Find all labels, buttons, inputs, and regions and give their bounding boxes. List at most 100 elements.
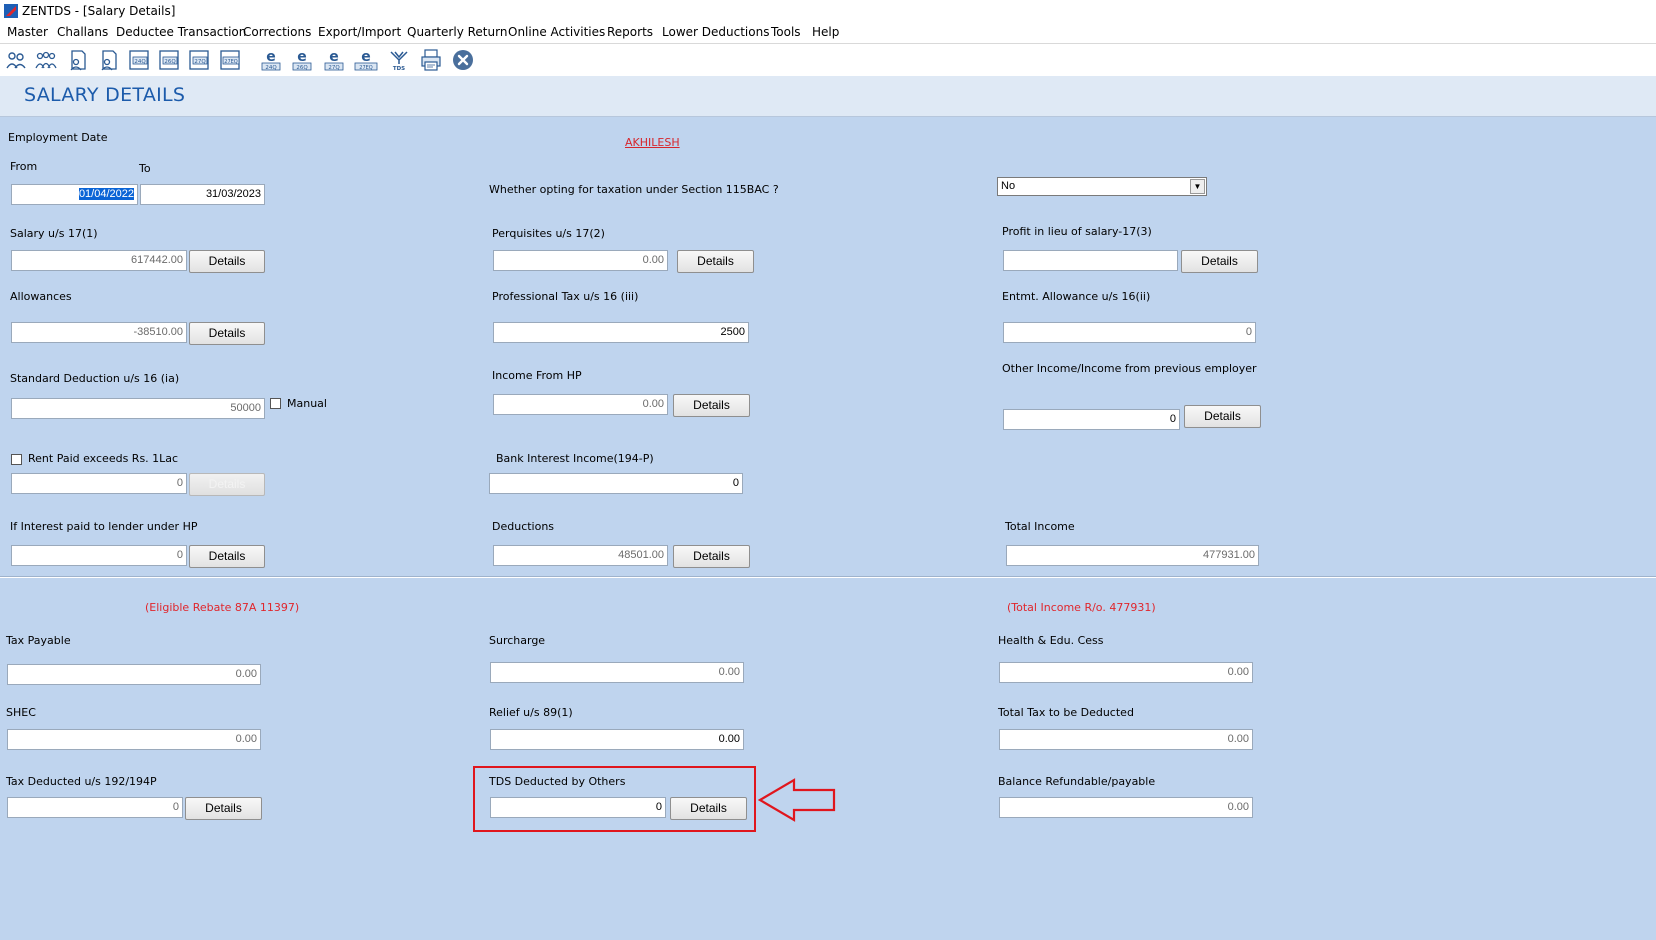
- tax-payable-label: Tax Payable: [6, 634, 71, 647]
- section-115bac-select[interactable]: No ▼: [997, 177, 1207, 196]
- menu-tools[interactable]: Tools: [771, 25, 801, 39]
- e-27eq-icon[interactable]: e 27EQ: [354, 48, 378, 72]
- chevron-down-icon[interactable]: ▼: [1190, 179, 1205, 194]
- menu-online-activities[interactable]: Online Activities: [508, 25, 605, 39]
- deductions-input[interactable]: 48501.00: [493, 545, 668, 566]
- svg-text:27Q: 27Q: [194, 59, 206, 65]
- group-icon[interactable]: [34, 48, 58, 72]
- interest-lender-label: If Interest paid to lender under HP: [10, 520, 198, 533]
- rent-paid-checkbox[interactable]: [11, 454, 22, 465]
- allowances-details-button[interactable]: Details: [189, 322, 265, 345]
- total-tax-label: Total Tax to be Deducted: [998, 706, 1134, 719]
- allowances-input[interactable]: -38510.00: [11, 322, 187, 343]
- menu-challans[interactable]: Challans: [57, 25, 108, 39]
- salary-details-button[interactable]: Details: [189, 250, 265, 273]
- app-logo-icon: [4, 4, 18, 18]
- deductions-details-button[interactable]: Details: [673, 545, 750, 568]
- standard-deduction-input[interactable]: 50000: [11, 398, 265, 419]
- shec-input[interactable]: 0.00: [7, 729, 261, 750]
- e-27-icon[interactable]: e 27Q: [322, 48, 346, 72]
- menu-quarterly-return[interactable]: Quarterly Return: [407, 25, 507, 39]
- tax-payable-input[interactable]: 0.00: [7, 664, 261, 685]
- employee-name: AKHILESH: [625, 136, 680, 149]
- total-income-input[interactable]: 477931.00: [1006, 545, 1259, 566]
- other-income-details-button[interactable]: Details: [1184, 405, 1261, 428]
- perquisites-label: Perquisites u/s 17(2): [492, 227, 605, 240]
- standard-deduction-label: Standard Deduction u/s 16 (ia): [10, 372, 180, 385]
- svg-text:27Q: 27Q: [328, 65, 340, 71]
- svg-text:24Q: 24Q: [134, 59, 146, 65]
- entmt-allowance-input[interactable]: 0: [1003, 322, 1256, 343]
- surcharge-input[interactable]: 0.00: [490, 662, 744, 683]
- tax-deducted-192-input[interactable]: 0: [7, 797, 183, 818]
- svg-text:e: e: [361, 49, 371, 65]
- menu-help[interactable]: Help: [812, 25, 839, 39]
- menu-deductee-transaction[interactable]: Deductee Transaction: [116, 25, 246, 39]
- health-cess-label: Health & Edu. Cess: [998, 634, 1104, 647]
- income-hp-details-button[interactable]: Details: [673, 394, 750, 417]
- manual-label: Manual: [287, 397, 327, 410]
- professional-tax-input[interactable]: 2500: [493, 322, 749, 343]
- menu-master[interactable]: Master: [7, 25, 48, 39]
- rent-paid-input[interactable]: 0: [11, 473, 187, 494]
- entmt-allowance-label: Entmt. Allowance u/s 16(ii): [1002, 290, 1151, 303]
- perquisites-details-button[interactable]: Details: [677, 250, 754, 273]
- menu-corrections[interactable]: Corrections: [243, 25, 311, 39]
- printer-icon[interactable]: [419, 48, 443, 72]
- form-24q-icon[interactable]: 24Q: [127, 48, 151, 72]
- left-arrow-icon: [758, 778, 836, 822]
- svg-text:24Q: 24Q: [265, 65, 277, 71]
- profit-17-3-input[interactable]: [1003, 250, 1178, 271]
- section-115bac-label: Whether opting for taxation under Sectio…: [489, 183, 779, 196]
- balance-label: Balance Refundable/payable: [998, 775, 1156, 788]
- users-icon[interactable]: [4, 48, 28, 72]
- health-cess-input[interactable]: 0.00: [999, 662, 1253, 683]
- perquisites-input[interactable]: 0.00: [493, 250, 668, 271]
- document-user-icon[interactable]: [66, 48, 90, 72]
- shec-label: SHEC: [6, 706, 36, 719]
- section-divider: [0, 576, 1656, 578]
- menu-reports[interactable]: Reports: [607, 25, 653, 39]
- document-user-2-icon[interactable]: [97, 48, 121, 72]
- svg-text:e: e: [266, 49, 276, 65]
- from-date-input[interactable]: 01/04/2022: [11, 184, 138, 205]
- form-26q-icon[interactable]: 26Q: [157, 48, 181, 72]
- interest-lender-input[interactable]: 0: [11, 545, 187, 566]
- to-date-input[interactable]: 31/03/2023: [140, 184, 265, 205]
- allowances-label: Allowances: [10, 290, 72, 303]
- profit-details-button[interactable]: Details: [1181, 250, 1258, 273]
- tds-icon[interactable]: TDS: [387, 48, 411, 72]
- total-income-label: Total Income: [1005, 520, 1075, 533]
- svg-text:27EQ: 27EQ: [224, 59, 238, 65]
- menu-lower-deductions[interactable]: Lower Deductions: [662, 25, 769, 39]
- balance-input[interactable]: 0.00: [999, 797, 1253, 818]
- other-income-input[interactable]: 0: [1003, 409, 1180, 430]
- profit-17-3-label: Profit in lieu of salary-17(3): [1002, 225, 1152, 238]
- svg-text:27EQ: 27EQ: [359, 65, 373, 71]
- interest-lender-details-button[interactable]: Details: [189, 545, 265, 568]
- svg-text:26Q: 26Q: [164, 59, 176, 65]
- menu-export-import[interactable]: Export/Import: [318, 25, 401, 39]
- e-24-icon[interactable]: e 24Q: [259, 48, 283, 72]
- form-27q-icon[interactable]: 27Q: [187, 48, 211, 72]
- relief-89-input[interactable]: 0.00: [490, 729, 744, 750]
- svg-text:26Q: 26Q: [296, 65, 308, 71]
- total-income-ro-note: (Total Income R/o. 477931): [1007, 601, 1156, 614]
- e-26-icon[interactable]: e 26Q: [290, 48, 314, 72]
- total-tax-input[interactable]: 0.00: [999, 729, 1253, 750]
- svg-text:TDS: TDS: [393, 66, 405, 72]
- form-27eq-icon[interactable]: 27EQ: [218, 48, 242, 72]
- income-hp-label: Income From HP: [492, 369, 582, 382]
- toolbar: 24Q 26Q 27Q 27EQ e 24Q e 26Q e 27Q e 27EQ TD…: [0, 44, 1656, 76]
- close-icon[interactable]: [451, 48, 475, 72]
- bank-interest-input[interactable]: 0: [489, 473, 743, 494]
- page-header: SALARY DETAILS: [0, 76, 1656, 117]
- title-bar: ZENTDS - [Salary Details]: [0, 0, 1656, 22]
- professional-tax-label: Professional Tax u/s 16 (iii): [492, 290, 639, 303]
- income-hp-input[interactable]: 0.00: [493, 394, 668, 415]
- menu-bar: Master Challans Deductee Transaction Cor…: [0, 22, 1656, 44]
- salary-17-1-input[interactable]: 617442.00: [11, 250, 187, 271]
- window-title: ZENTDS - [Salary Details]: [22, 4, 176, 18]
- tax-deducted-details-button[interactable]: Details: [185, 797, 262, 820]
- manual-checkbox[interactable]: [270, 398, 281, 409]
